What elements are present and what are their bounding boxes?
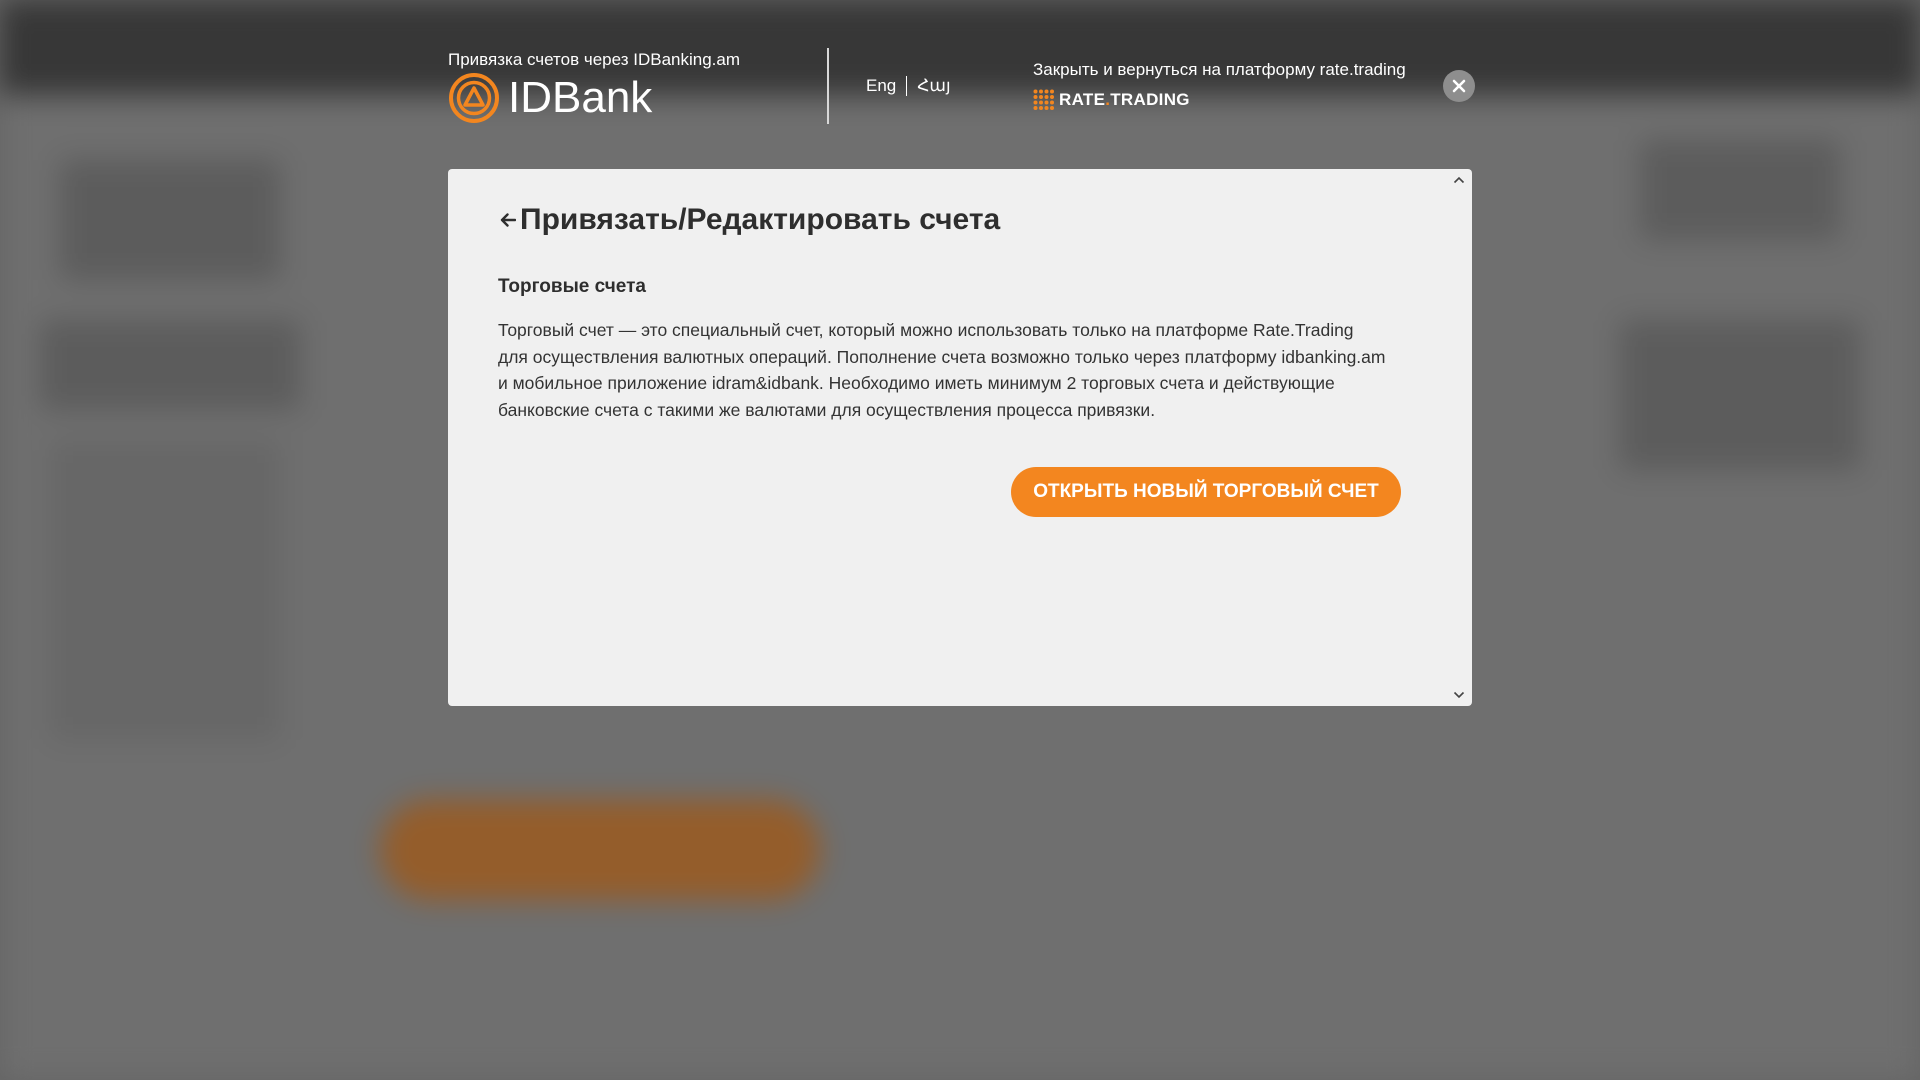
language-separator	[906, 76, 908, 96]
language-eng[interactable]: Eng	[866, 76, 896, 96]
rate-trading-logo: RATE. TRADING	[1033, 89, 1190, 111]
language-switch: Eng Հայ	[866, 76, 951, 96]
header-divider	[827, 48, 829, 124]
arrow-left-icon	[500, 213, 516, 227]
open-new-trading-account-button[interactable]: ОТКРЫТЬ НОВЫЙ ТОРГОВЫЙ СЧЕТ	[1011, 467, 1401, 517]
close-icon	[1452, 79, 1466, 93]
language-hy[interactable]: Հայ	[917, 76, 950, 96]
chevron-down-icon	[1453, 691, 1465, 699]
scroll-up-button[interactable]	[1452, 173, 1466, 187]
idbank-logo: IDBank	[448, 72, 652, 124]
modal-title: Привязать/Редактировать счета	[520, 203, 1001, 236]
idbank-logo-icon	[449, 73, 499, 123]
rate-trading-grid-icon	[1033, 89, 1054, 110]
scroll-down-button[interactable]	[1452, 688, 1466, 702]
section-title: Торговые счета	[498, 276, 646, 297]
close-caption[interactable]: Закрыть и вернуться на платформу rate.tr…	[1033, 60, 1406, 80]
modal-title-row: Привязать/Редактировать счета	[498, 203, 1000, 237]
back-button[interactable]	[498, 208, 518, 232]
link-accounts-modal: Привязать/Редактировать счета Торговые с…	[448, 169, 1472, 706]
rate-logo-text-right: TRADING	[1110, 90, 1190, 109]
idbank-logo-text: IDBank	[508, 73, 653, 122]
bank-caption: Привязка счетов через IDBanking.am	[448, 50, 740, 69]
header: Привязка счетов через IDBanking.am IDBan…	[448, 48, 1475, 124]
chevron-up-icon	[1453, 176, 1465, 184]
rate-logo-text-left: RATE	[1059, 90, 1106, 109]
trading-account-description: Торговый счет — это специальный счет, ко…	[498, 320, 1386, 420]
close-button[interactable]	[1443, 70, 1475, 102]
